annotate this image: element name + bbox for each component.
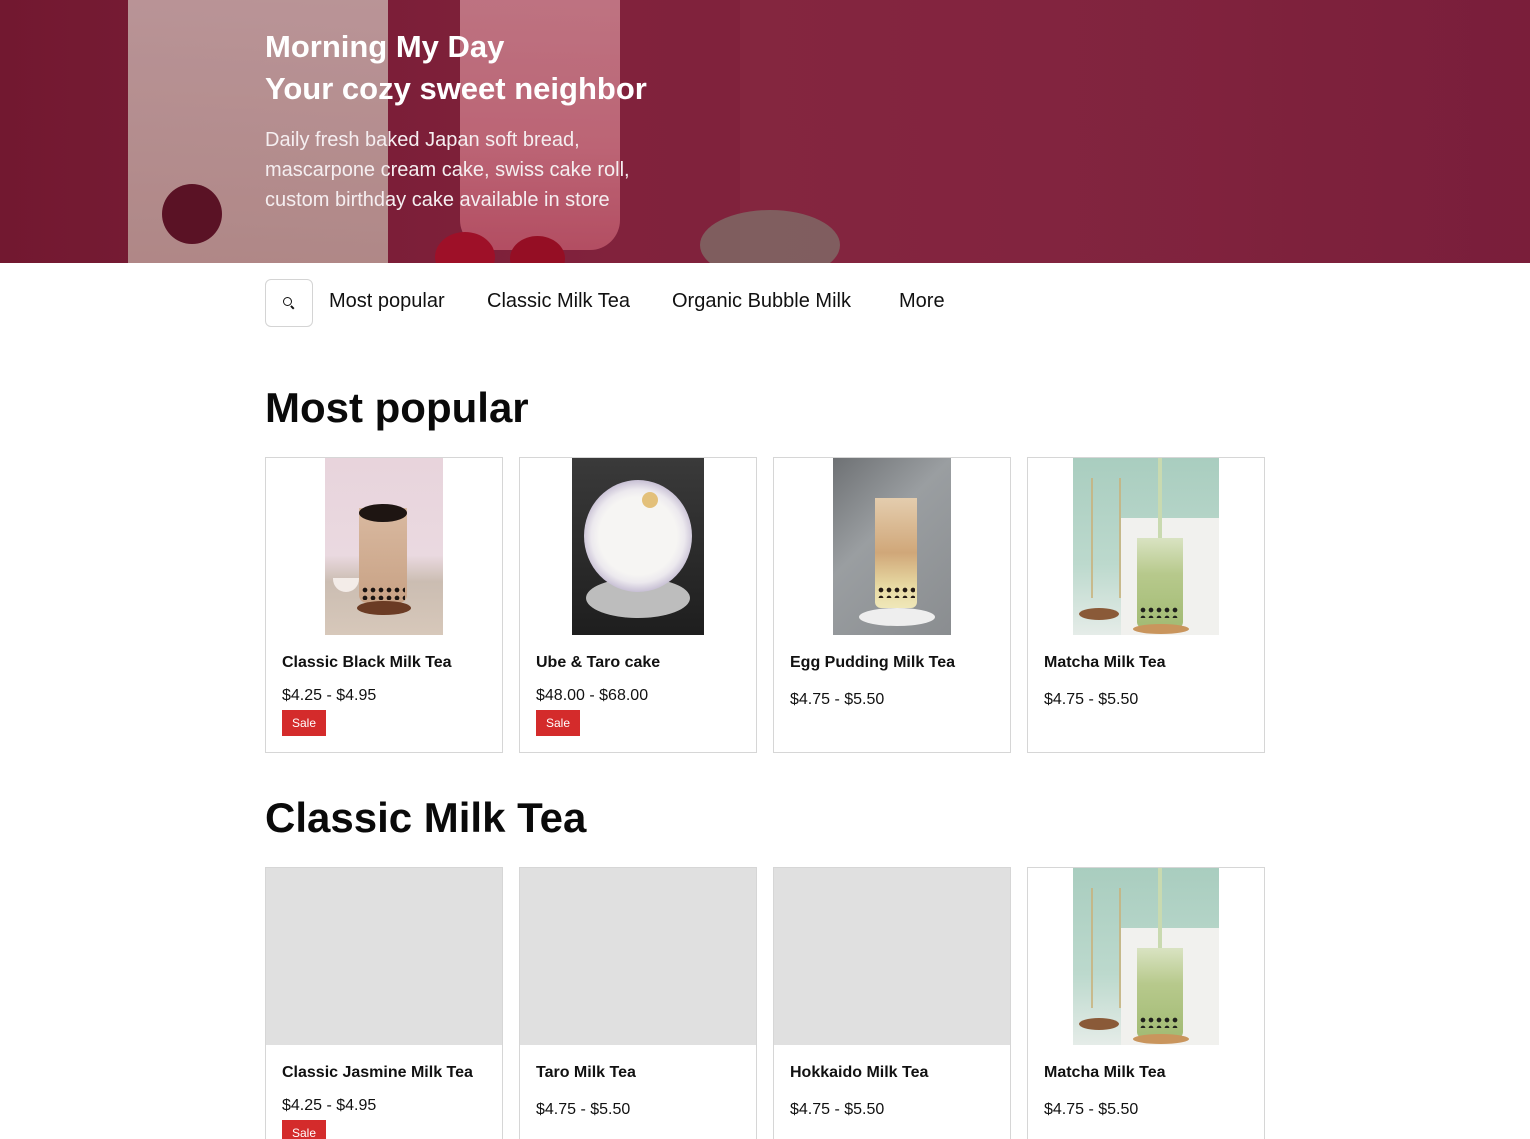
nav-item-most-popular[interactable]: Most popular [329,290,445,313]
product-card[interactable]: Taro Milk Tea $4.75 - $5.50 [519,867,757,1139]
sale-badge: Sale [282,710,327,736]
hero-title: Morning My Day Your cozy sweet neighbor [265,26,647,110]
product-card[interactable]: Ube & Taro cake $48.00 - $68.00 Sale [519,457,757,753]
product-price: $4.75 - $5.50 [536,1101,631,1118]
product-image [520,458,756,635]
product-image [1028,868,1264,1045]
sale-badge: Sale [536,710,581,736]
hero-overlay [0,0,1530,263]
product-card[interactable]: Matcha Milk Tea $4.75 - $5.50 [1027,867,1265,1139]
product-card[interactable]: Hokkaido Milk Tea $4.75 - $5.50 [773,867,1011,1139]
product-price: $4.75 - $5.50 [790,691,885,708]
product-photo [1073,458,1219,635]
product-name: Taro Milk Tea [536,1064,636,1081]
hero-title-line1: Morning My Day [265,29,505,64]
section-title: Classic Milk Tea [265,794,587,841]
product-photo [1073,868,1219,1045]
section-title: Most popular [265,384,529,431]
product-price: $48.00 - $68.00 [536,687,649,704]
product-name: Classic Jasmine Milk Tea [282,1064,473,1081]
hero-description: Daily fresh baked Japan soft bread, masc… [265,129,630,211]
product-photo [325,458,443,635]
hero-title-line2: Your cozy sweet neighbor [265,71,647,106]
product-price: $4.25 - $4.95 [282,687,377,704]
product-name: Ube & Taro cake [536,654,661,671]
hero-banner: Morning My Day Your cozy sweet neighbor … [0,0,1530,263]
product-image [1028,458,1264,635]
search-button[interactable] [265,279,313,327]
product-image-placeholder [774,868,1010,1045]
product-price: $4.75 - $5.50 [790,1101,885,1118]
product-card[interactable]: Egg Pudding Milk Tea $4.75 - $5.50 [773,457,1011,753]
product-card[interactable]: Matcha Milk Tea $4.75 - $5.50 [1027,457,1265,753]
product-price: $4.75 - $5.50 [1044,691,1139,708]
nav-item-organic-bubble-milk[interactable]: Organic Bubble Milk [672,290,851,313]
product-photo [572,458,704,635]
sale-badge: Sale [282,1120,327,1139]
product-image-placeholder [266,868,502,1045]
product-name: Egg Pudding Milk Tea [790,654,956,671]
product-name: Classic Black Milk Tea [282,654,452,671]
nav-item-classic-milk-tea[interactable]: Classic Milk Tea [487,290,630,313]
product-name: Matcha Milk Tea [1044,654,1166,671]
product-price: $4.75 - $5.50 [1044,1101,1139,1118]
product-name: Hokkaido Milk Tea [790,1064,929,1081]
product-price: $4.25 - $4.95 [282,1097,377,1114]
product-image [774,458,1010,635]
product-card[interactable]: Classic Black Milk Tea $4.25 - $4.95 Sal… [265,457,503,753]
product-photo [833,458,951,635]
product-name: Matcha Milk Tea [1044,1064,1166,1081]
product-image [266,458,502,635]
product-card[interactable]: Classic Jasmine Milk Tea $4.25 - $4.95 S… [265,867,503,1139]
nav-item-more[interactable]: More [899,290,945,313]
category-nav: Most popular Classic Milk Tea Organic Bu… [0,263,1530,343]
product-image-placeholder [520,868,756,1045]
search-icon [283,297,295,309]
